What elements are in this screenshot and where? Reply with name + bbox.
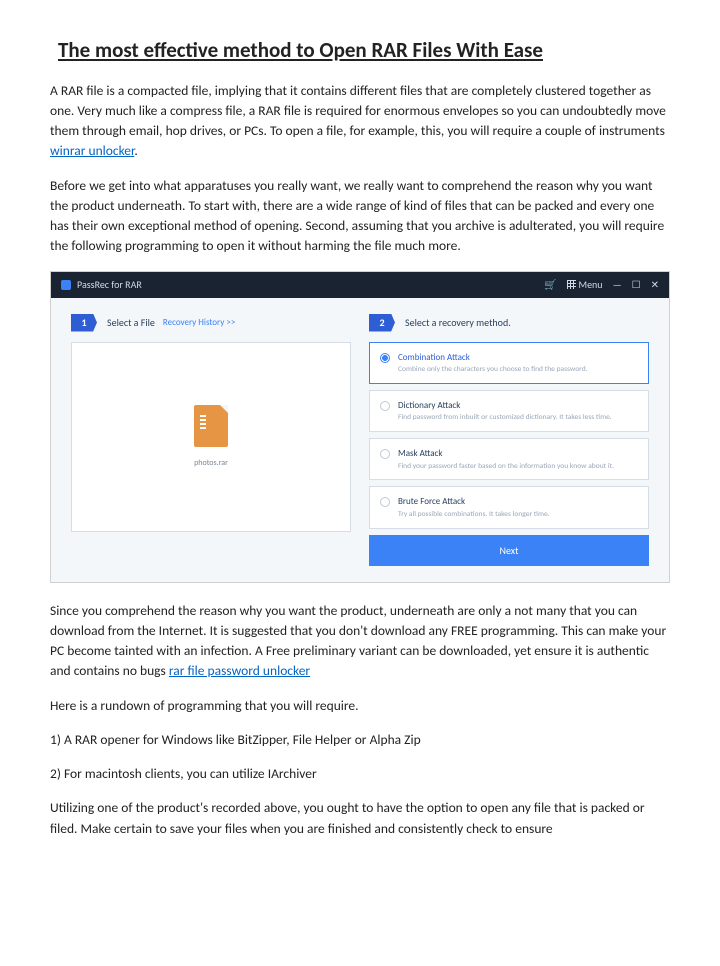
cart-icon[interactable]: 🛒 [544,277,556,292]
step-2-badge: 2 [369,314,395,332]
option-dictionary-attack[interactable]: Dictionary AttackFind password from inbu… [369,390,649,432]
page-title: The most effective method to Open RAR Fi… [58,35,670,67]
paragraph-7: Utilizing one of the product's recorded … [50,798,670,839]
next-button[interactable]: Next [369,535,649,566]
app-name: PassRec for RAR [77,277,142,292]
radio-icon [380,449,390,459]
file-drop-area[interactable]: photos.rar [71,342,351,532]
menu-button[interactable]: Menu [567,277,603,292]
step-2-panel: 2 Select a recovery method. Combination … [369,314,649,566]
step-2-title: Select a recovery method. [405,315,511,330]
passrec-app-screenshot: PassRec for RAR 🛒 Menu — ☐ ✕ 1 Select a … [50,271,670,583]
option-brute-force-attack[interactable]: Brute Force AttackTry all possible combi… [369,486,649,528]
step-1-title: Select a File [107,315,155,330]
maximize-icon[interactable]: ☐ [632,277,641,292]
selected-filename: photos.rar [194,457,228,469]
option-mask-attack[interactable]: Mask AttackFind your password faster bas… [369,438,649,480]
list-item-2: 2) For macintosh clients, you can utiliz… [50,764,670,784]
recovery-history-link[interactable]: Recovery History >> [163,316,235,330]
paragraph-4: Here is a rundown of programming that yo… [50,696,670,716]
rar-password-unlocker-link[interactable]: rar file password unlocker [169,662,310,679]
paragraph-2: Before we get into what apparatuses you … [50,176,670,257]
radio-icon [380,401,390,411]
step-1-badge: 1 [71,314,97,332]
option-combination-attack[interactable]: Combination AttackCombine only the chara… [369,342,649,384]
radio-icon [380,497,390,507]
winrar-unlocker-link[interactable]: winrar unlocker [50,142,134,159]
radio-icon [380,353,390,363]
step-1-panel: 1 Select a File Recovery History >> phot… [71,314,351,566]
minimize-icon[interactable]: — [613,277,622,292]
close-icon[interactable]: ✕ [651,277,659,292]
rar-file-icon [194,405,228,447]
paragraph-3: Since you comprehend the reason why you … [50,601,670,682]
list-item-1: 1) A RAR opener for Windows like BitZipp… [50,730,670,750]
app-titlebar: PassRec for RAR 🛒 Menu — ☐ ✕ [51,272,669,298]
paragraph-1: A RAR file is a compacted file, implying… [50,81,670,162]
shield-icon [61,280,71,290]
